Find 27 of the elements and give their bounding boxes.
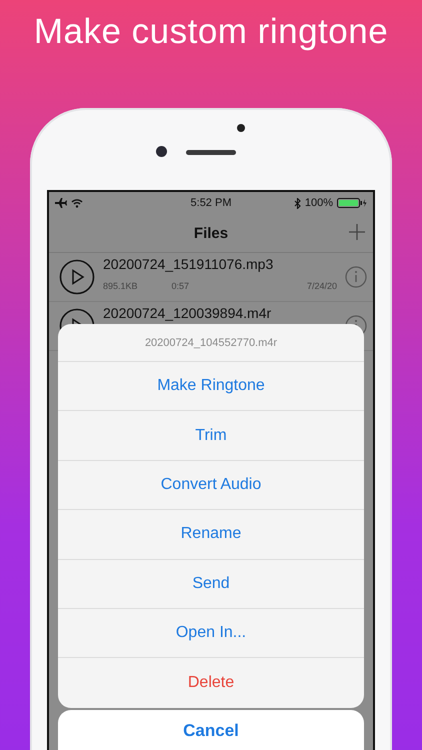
action-button[interactable]: Convert Audio: [58, 460, 364, 510]
cancel-button[interactable]: Cancel: [58, 710, 364, 750]
sensor-icon: [237, 124, 245, 132]
file-name: 20200724_151911076.mp3: [103, 256, 274, 272]
file-name: 20200724_120039894.m4r: [103, 305, 272, 321]
file-date: 7/24/20: [306, 281, 337, 291]
battery-icon: [337, 198, 367, 208]
airplane-icon: [55, 198, 67, 208]
camera-icon: [156, 146, 167, 157]
action-button[interactable]: Rename: [58, 510, 364, 560]
nav-title: Files: [194, 224, 228, 242]
action-button[interactable]: Trim: [58, 411, 364, 461]
file-duration: 0:57: [172, 281, 190, 291]
play-icon[interactable]: [59, 259, 95, 295]
status-time: 5:52 PM: [190, 197, 232, 209]
speaker-icon: [186, 150, 236, 155]
headline: Make custom ringtone: [32, 11, 390, 53]
sheet-title: 20200724_104552770.m4r: [58, 324, 364, 362]
add-icon[interactable]: [349, 224, 365, 240]
delete-button[interactable]: Delete: [58, 658, 364, 708]
battery-percent: 100%: [304, 197, 333, 209]
action-button[interactable]: Send: [58, 560, 364, 609]
bluetooth-icon: [294, 198, 301, 208]
wifi-icon: [71, 198, 83, 208]
action-button[interactable]: Open In...: [58, 608, 364, 658]
action-button[interactable]: Make Ringtone: [58, 362, 364, 412]
file-size: 895.1KB: [103, 281, 138, 291]
